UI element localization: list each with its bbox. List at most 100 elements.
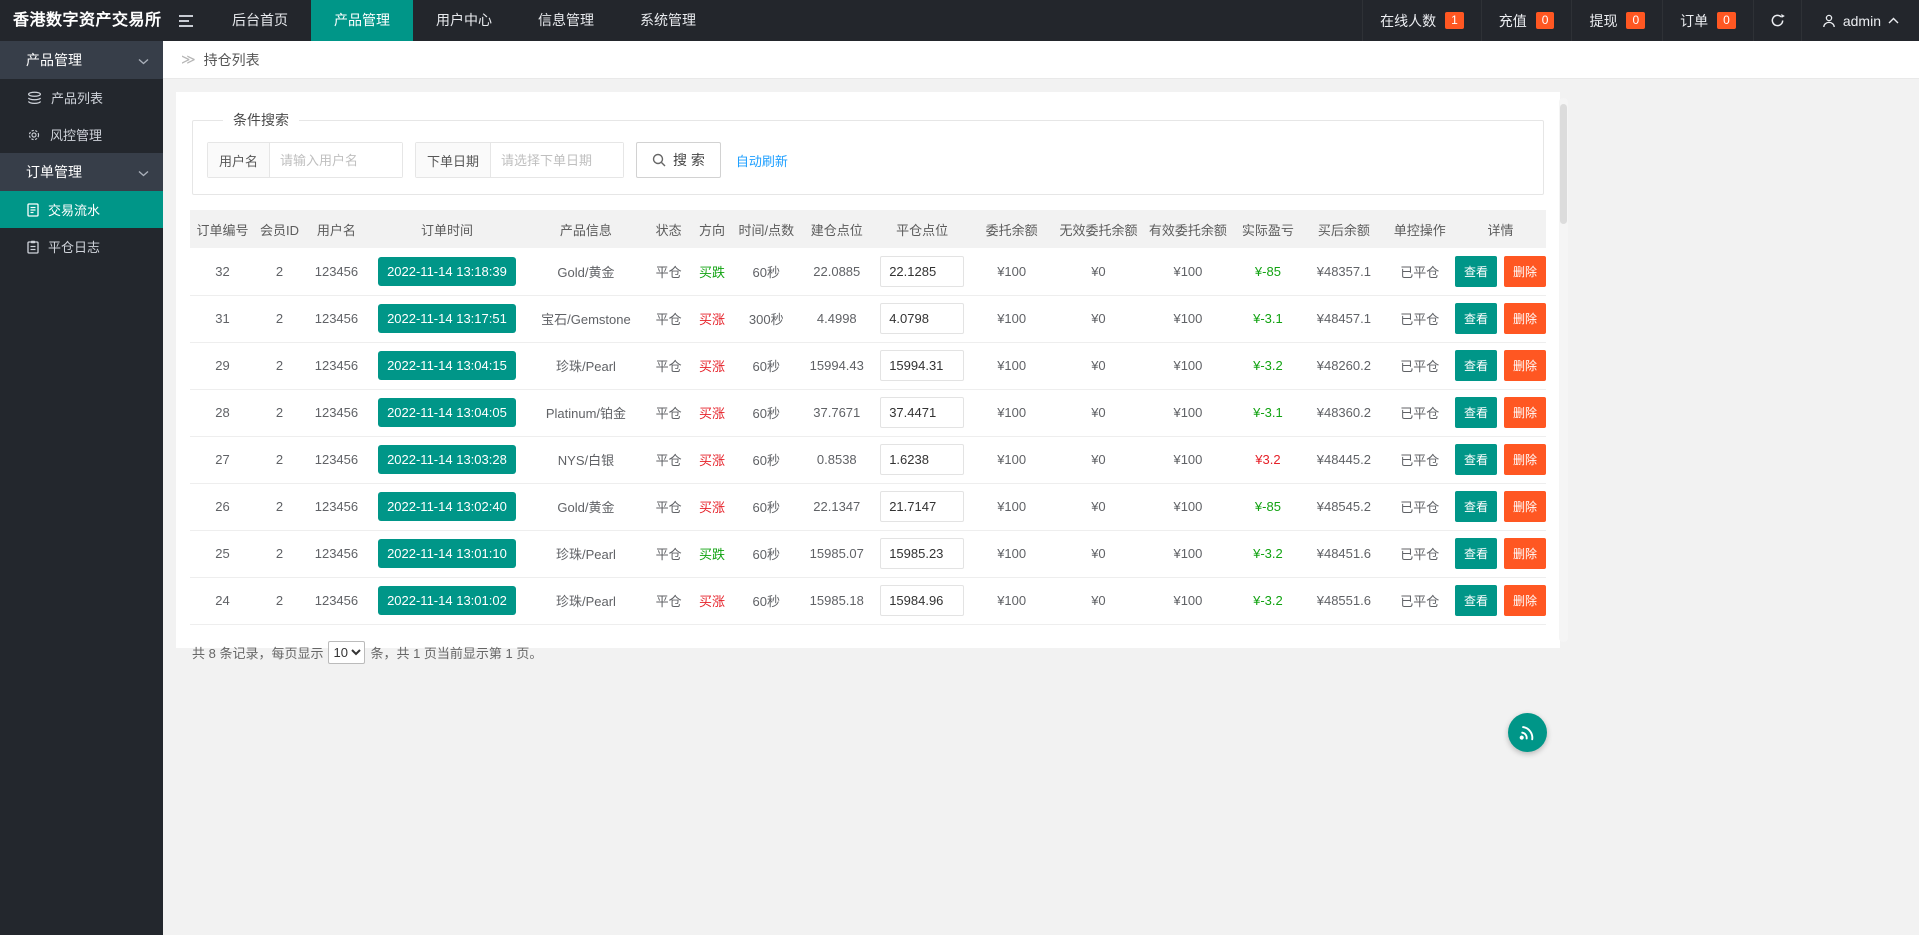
close-point-input[interactable] bbox=[880, 491, 964, 522]
search-panel-legend: 条件搜索 bbox=[223, 110, 299, 130]
cell-profit: ¥-85 bbox=[1233, 483, 1304, 530]
direction-value: 买涨 bbox=[699, 312, 725, 327]
cell-balance: ¥48360.2 bbox=[1303, 389, 1384, 436]
cell-username: 123456 bbox=[304, 530, 369, 577]
delete-button[interactable]: 删除 bbox=[1504, 538, 1546, 569]
card-scrollbar-thumb[interactable] bbox=[1560, 104, 1567, 224]
cell-product: 珍珠/Pearl bbox=[525, 530, 647, 577]
chevron-down-icon bbox=[138, 52, 149, 68]
cell-time: 2022-11-14 13:04:15 bbox=[369, 342, 525, 389]
user-icon bbox=[1822, 14, 1836, 28]
close-point-input[interactable] bbox=[880, 585, 964, 616]
sidebar-item-风控管理[interactable]: 风控管理 bbox=[0, 116, 163, 153]
cell-open_point: 15985.18 bbox=[799, 577, 875, 624]
sidebar-item-交易流水[interactable]: 交易流水 bbox=[0, 191, 163, 228]
cell-product: 宝石/Gemstone bbox=[525, 295, 647, 342]
close-point-input[interactable] bbox=[880, 303, 964, 334]
delete-button[interactable]: 删除 bbox=[1504, 585, 1546, 616]
cell-profit: ¥-3.1 bbox=[1233, 389, 1304, 436]
cell-member_id: 2 bbox=[255, 483, 304, 530]
order-time-badge: 2022-11-14 13:01:02 bbox=[378, 586, 516, 615]
column-header-duration: 时间/点数 bbox=[734, 210, 799, 248]
refresh-button[interactable] bbox=[1753, 0, 1801, 41]
cell-close_point bbox=[875, 436, 970, 483]
view-button[interactable]: 查看 bbox=[1455, 397, 1497, 428]
close-point-input[interactable] bbox=[880, 397, 964, 428]
top-menu-item-系统管理[interactable]: 系统管理 bbox=[617, 0, 719, 41]
cell-valid_entrust: ¥100 bbox=[1143, 248, 1232, 295]
top-menu-item-用户中心[interactable]: 用户中心 bbox=[413, 0, 515, 41]
nav-stat-提现[interactable]: 提现0 bbox=[1571, 0, 1662, 41]
view-button[interactable]: 查看 bbox=[1455, 256, 1497, 287]
cell-actions: 查看删除 bbox=[1455, 295, 1546, 342]
view-button[interactable]: 查看 bbox=[1455, 444, 1497, 475]
order-time-badge: 2022-11-14 13:04:05 bbox=[378, 398, 516, 427]
close-point-input[interactable] bbox=[880, 350, 964, 381]
cell-profit: ¥-3.2 bbox=[1233, 577, 1304, 624]
view-button[interactable]: 查看 bbox=[1455, 538, 1497, 569]
top-menu-item-产品管理[interactable]: 产品管理 bbox=[311, 0, 413, 41]
sidebar-group-产品管理[interactable]: 产品管理 bbox=[0, 41, 163, 79]
nav-stat-在线人数[interactable]: 在线人数1 bbox=[1362, 0, 1481, 41]
order-date-label: 下单日期 bbox=[416, 143, 491, 177]
column-header-profit: 实际盈亏 bbox=[1233, 210, 1304, 248]
delete-button[interactable]: 删除 bbox=[1504, 444, 1546, 475]
card-scrollbar[interactable] bbox=[1559, 98, 1568, 642]
cell-username: 123456 bbox=[304, 389, 369, 436]
cell-actions: 查看删除 bbox=[1455, 342, 1546, 389]
cell-username: 123456 bbox=[304, 248, 369, 295]
order-date-input[interactable] bbox=[491, 143, 623, 177]
search-button[interactable]: 搜 索 bbox=[636, 142, 721, 178]
nav-stat-订单[interactable]: 订单0 bbox=[1662, 0, 1753, 41]
view-button[interactable]: 查看 bbox=[1455, 585, 1497, 616]
delete-button[interactable]: 删除 bbox=[1504, 256, 1546, 287]
cell-status: 平仓 bbox=[647, 436, 690, 483]
cell-product: NYS/白银 bbox=[525, 436, 647, 483]
layers-icon bbox=[27, 91, 42, 105]
profit-value: ¥-3.2 bbox=[1253, 593, 1283, 608]
sidebar-group-订单管理[interactable]: 订单管理 bbox=[0, 153, 163, 191]
username-label: 用户名 bbox=[208, 143, 270, 177]
top-navbar: 香港数字资产交易所 后台首页产品管理用户中心信息管理系统管理 在线人数1充值0提… bbox=[0, 0, 1919, 41]
delete-button[interactable]: 删除 bbox=[1504, 491, 1546, 522]
page-size-select[interactable]: 10 bbox=[328, 641, 365, 664]
table-row: 2621234562022-11-14 13:02:40Gold/黄金平仓买涨6… bbox=[190, 483, 1546, 530]
cell-duration: 60秒 bbox=[734, 483, 799, 530]
top-menu-item-后台首页[interactable]: 后台首页 bbox=[209, 0, 311, 41]
nav-stat-充值[interactable]: 充值0 bbox=[1481, 0, 1572, 41]
auto-refresh-link[interactable]: 自动刷新 bbox=[736, 151, 788, 170]
view-button[interactable]: 查看 bbox=[1455, 491, 1497, 522]
column-header-member_id: 会员ID bbox=[255, 210, 304, 248]
column-header-status: 状态 bbox=[647, 210, 690, 248]
top-menu-item-信息管理[interactable]: 信息管理 bbox=[515, 0, 617, 41]
cell-direction: 买涨 bbox=[690, 436, 733, 483]
user-menu[interactable]: admin bbox=[1801, 0, 1919, 41]
cell-valid_entrust: ¥100 bbox=[1143, 389, 1232, 436]
sidebar-item-产品列表[interactable]: 产品列表 bbox=[0, 79, 163, 116]
direction-value: 买跌 bbox=[699, 265, 725, 280]
cell-actions: 查看删除 bbox=[1455, 248, 1546, 295]
cell-entrust: ¥100 bbox=[970, 530, 1054, 577]
cell-status: 平仓 bbox=[647, 389, 690, 436]
cell-duration: 300秒 bbox=[734, 295, 799, 342]
close-point-input[interactable] bbox=[880, 444, 964, 475]
delete-button[interactable]: 删除 bbox=[1504, 303, 1546, 334]
close-point-input[interactable] bbox=[880, 256, 964, 287]
delete-button[interactable]: 删除 bbox=[1504, 397, 1546, 428]
cell-id: 31 bbox=[190, 295, 255, 342]
hamburger-menu-icon[interactable] bbox=[163, 0, 209, 41]
cell-time: 2022-11-14 13:01:02 bbox=[369, 577, 525, 624]
delete-button[interactable]: 删除 bbox=[1504, 350, 1546, 381]
floating-action-button[interactable] bbox=[1508, 713, 1547, 752]
cell-member_id: 2 bbox=[255, 295, 304, 342]
username-input[interactable] bbox=[270, 143, 402, 177]
sidebar-item-平仓日志[interactable]: 平仓日志 bbox=[0, 228, 163, 265]
view-button[interactable]: 查看 bbox=[1455, 350, 1497, 381]
cell-valid_entrust: ¥100 bbox=[1143, 342, 1232, 389]
breadcrumb-arrows-icon: ≫ bbox=[181, 51, 196, 68]
sidebar-group-label: 产品管理 bbox=[26, 50, 82, 70]
close-point-input[interactable] bbox=[880, 538, 964, 569]
nav-stat-count-badge: 1 bbox=[1445, 12, 1464, 29]
view-button[interactable]: 查看 bbox=[1455, 303, 1497, 334]
cell-status: 平仓 bbox=[647, 342, 690, 389]
